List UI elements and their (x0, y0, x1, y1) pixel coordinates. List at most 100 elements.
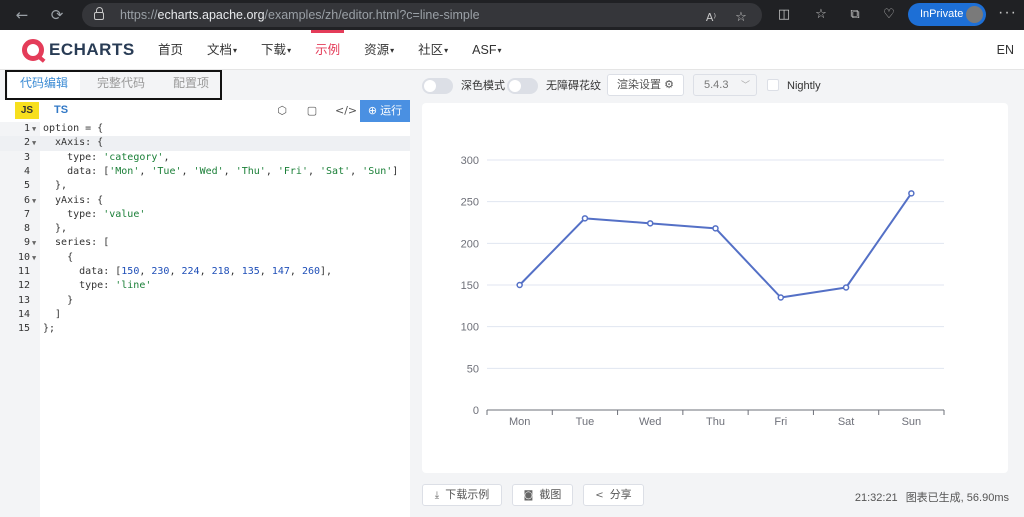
code-text: type: 'line' (43, 280, 152, 292)
status-bar: 21:32:21 图表已生成, 56.90ms (855, 489, 1009, 505)
lang-ts-button[interactable]: TS (54, 102, 68, 119)
x-tick-label: Wed (639, 416, 661, 428)
line-number: 11 (17, 266, 30, 277)
nav-item-resources[interactable]: 资源▾ (364, 30, 394, 70)
share-button[interactable]: < 分享 (583, 484, 644, 506)
line-number: 12 (17, 280, 30, 292)
download-example-button[interactable]: ⤓ 下载示例 (422, 484, 502, 506)
nav-item-community[interactable]: 社区▾ (418, 30, 448, 70)
lock-icon[interactable] (94, 7, 104, 20)
inprivate-button[interactable]: InPrivate (908, 3, 986, 26)
fold-icon[interactable]: ▼ (32, 136, 36, 150)
language-switch[interactable]: EN (997, 30, 1014, 70)
read-aloud-icon[interactable]: A⁾ (702, 9, 720, 27)
code-line: 11 data: [150, 230, 224, 218, 135, 147, … (0, 265, 410, 279)
chart-container[interactable]: 0 50 100 150 200 250 300 Mon Tue Wed Thu Fri Sat Sun (422, 103, 1008, 473)
favorite-star-icon[interactable]: ☆ (732, 9, 750, 27)
logo-icon (22, 39, 44, 61)
reload-icon[interactable]: ⟳ (47, 5, 67, 25)
nightly-label: Nightly (787, 80, 821, 92)
fold-icon[interactable]: ▼ (32, 251, 36, 265)
fold-icon[interactable]: ▼ (32, 122, 36, 136)
y-tick-label: 0 (473, 405, 479, 417)
x-tick-label: Tue (576, 416, 595, 428)
nav-label: 社区 (418, 43, 444, 57)
line-number: 7 (23, 208, 30, 220)
code-editor[interactable]: 1 ▼ option = { 2 ▼ xAxis: { 3 type: 'catego… (0, 122, 410, 517)
line-chart: 0 50 100 150 200 250 300 Mon Tue Wed Thu Fri Sat Sun (461, 155, 945, 428)
version-select[interactable]: 5.4.3 ﹀ (693, 74, 757, 96)
browser-essentials-icon[interactable]: ♡ (880, 6, 898, 24)
caret-down-icon: ▾ (444, 45, 449, 55)
code-text: }, (43, 223, 68, 235)
back-icon[interactable]: ← (12, 5, 32, 25)
nav-item-examples[interactable]: 示例 (311, 30, 345, 70)
nav-label: 资源 (364, 43, 390, 57)
code-text: data: ['Mon', 'Tue', 'Wed', 'Thu', 'Fri'… (43, 165, 399, 177)
line-number: 5 (23, 180, 30, 192)
caret-down-icon: ▾ (390, 45, 395, 55)
data-point (777, 294, 785, 301)
download-label: 下载示例 (445, 489, 490, 501)
url-text[interactable]: https://echarts.apache.org/examples/zh/e… (120, 8, 480, 22)
screenshot-button[interactable]: ◙ 截图 (512, 484, 573, 506)
nav-label: 文档 (207, 43, 233, 57)
share-icon: < (595, 490, 604, 501)
data-point (646, 220, 654, 227)
dark-mode-toggle[interactable] (422, 78, 453, 94)
code-line: 5 }, (0, 179, 410, 193)
nightly-checkbox[interactable] (767, 79, 779, 91)
x-tick-label: Thu (706, 416, 725, 428)
decal-toggle[interactable] (507, 78, 538, 94)
nav-label: ASF (472, 43, 497, 57)
y-tick-label: 200 (461, 238, 479, 250)
main-nav: 首页 文档▾ 下载▾ 示例 资源▾ 社区▾ ASF▾ (158, 30, 525, 70)
code-line: 13 } (0, 294, 410, 308)
tabs-highlight-box (5, 70, 222, 100)
line-number: 1 (23, 123, 30, 134)
run-button[interactable]: ⊕ 运行 (360, 100, 410, 122)
share-label: 分享 (609, 489, 632, 501)
nav-item-home[interactable]: 首页 (158, 30, 183, 70)
run-icon: ⊕ (367, 105, 378, 117)
nav-item-download[interactable]: 下载▾ (261, 30, 291, 70)
format-icon[interactable]: ⬡ (274, 103, 290, 119)
editor-tabs: 代码编辑 完整代码 配置项 (0, 70, 410, 100)
avatar (966, 6, 983, 23)
more-options-icon[interactable]: ··· (998, 4, 1017, 22)
code-line: 4 data: ['Mon', 'Tue', 'Wed', 'Thu', 'Fr… (0, 165, 410, 179)
box-icon[interactable]: ▢ (304, 103, 320, 119)
address-bar[interactable]: https://echarts.apache.org/examples/zh/e… (82, 3, 762, 27)
collections-icon[interactable]: ⧉ (846, 6, 864, 24)
code-line: 2 ▼ xAxis: { (0, 136, 410, 151)
line-number: 2 (23, 137, 30, 149)
inprivate-label: InPrivate (920, 8, 964, 20)
nav-item-asf[interactable]: ASF▾ (472, 30, 501, 70)
lang-js-button[interactable]: JS (15, 102, 39, 119)
line-number: 14 (17, 308, 30, 320)
screenshot-label: 截图 (539, 489, 562, 501)
line-number: 3 (23, 151, 30, 163)
code-line: 1 ▼ option = { (0, 122, 410, 136)
caret-down-icon: ▾ (497, 45, 502, 55)
code-text: type: 'category', (43, 151, 170, 163)
code-line: 9 ▼ series: [ (0, 236, 410, 250)
browser-toolbar: ← ⟳ https://echarts.apache.org/examples/… (0, 0, 1024, 30)
editor-panel: 代码编辑 完整代码 配置项 JS TS ⬡ ▢ </> ⊕ 运行 1 ▼ optio… (0, 70, 410, 517)
code-line: 15}; (0, 322, 410, 336)
code-text: yAxis: { (43, 194, 104, 206)
code-icon[interactable]: </> (335, 103, 357, 119)
favorites-icon[interactable]: ☆ (812, 6, 830, 24)
x-tick-label: Fri (774, 416, 787, 428)
code-line: 6 ▼ yAxis: { (0, 194, 410, 208)
fold-icon[interactable]: ▼ (32, 194, 36, 208)
line-number: 4 (23, 165, 30, 177)
line-number: 9 (23, 237, 30, 249)
code-text: series: [ (43, 237, 110, 249)
render-settings-button[interactable]: 渲染设置 ⚙ (607, 74, 684, 96)
echarts-logo[interactable]: ECHARTS (22, 38, 135, 62)
split-screen-icon[interactable]: ◫ (775, 6, 793, 24)
nav-item-docs[interactable]: 文档▾ (207, 30, 237, 70)
fold-icon[interactable]: ▼ (32, 236, 36, 250)
y-tick-label: 50 (467, 363, 479, 375)
